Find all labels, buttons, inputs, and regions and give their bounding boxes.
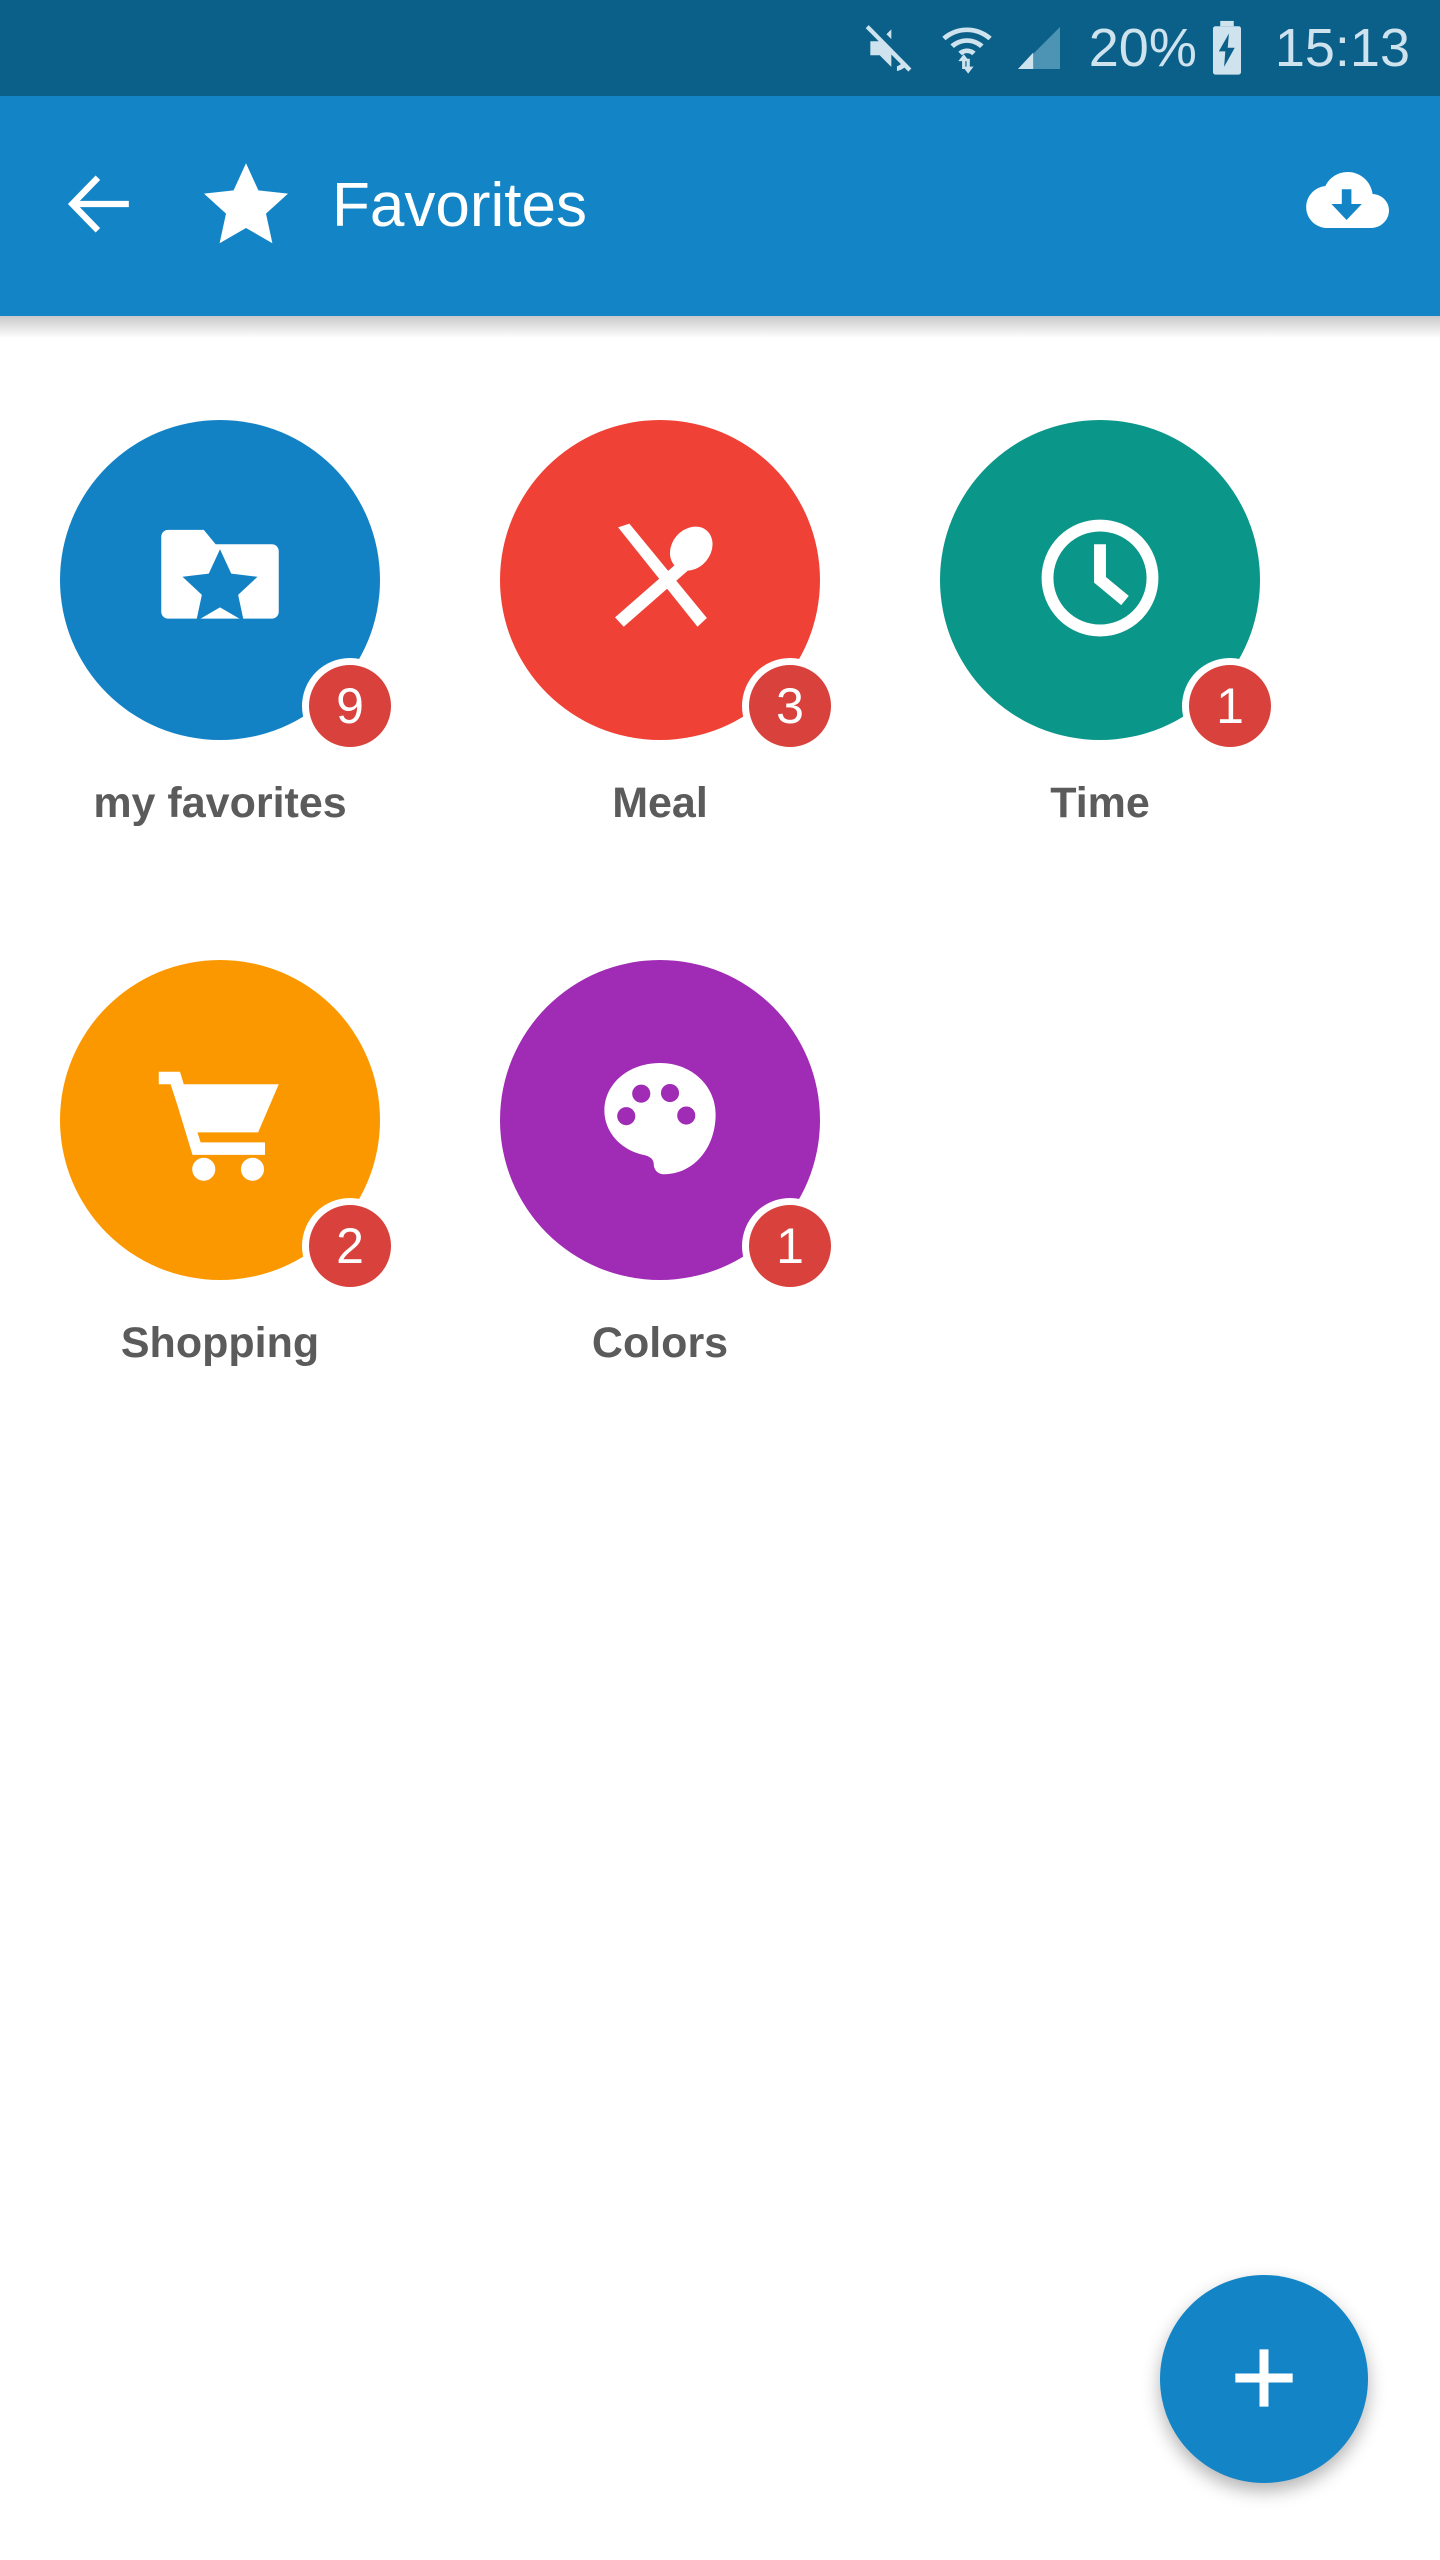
add-favorite-fab[interactable]	[1160, 2275, 1368, 2483]
grid-item-colors[interactable]: 1 Colors	[440, 930, 880, 1470]
battery-percent-text: 20%	[1088, 18, 1197, 78]
battery-charging-icon	[1205, 19, 1249, 77]
item-badge: 2	[302, 1198, 398, 1294]
app-bar: Favorites	[0, 96, 1440, 316]
grid-item-my-favorites[interactable]: 9 my favorites	[0, 390, 440, 930]
status-clock-text: 15:13	[1274, 18, 1410, 78]
icon-badge-wrap: 2	[60, 960, 398, 1294]
favorites-grid: 9 my favorites 3 Meal 1 Time 2 Shopping …	[0, 338, 1440, 1470]
page-title: Favorites	[332, 171, 587, 240]
status-bar: 20% 15:13	[0, 0, 1440, 96]
download-button[interactable]	[1290, 151, 1400, 261]
cloud-download-icon	[1297, 156, 1393, 257]
grid-item-label: my favorites	[93, 779, 347, 827]
signal-icon	[1011, 20, 1067, 76]
grid-item-time[interactable]: 1 Time	[880, 390, 1320, 930]
grid-item-label: Time	[1050, 779, 1150, 827]
grid-item-shopping[interactable]: 2 Shopping	[0, 930, 440, 1470]
cutlery-icon	[585, 503, 735, 658]
grid-item-label: Shopping	[120, 1319, 320, 1367]
item-badge: 3	[742, 658, 838, 754]
item-badge: 1	[1182, 658, 1278, 754]
palette-icon	[585, 1043, 735, 1198]
back-button[interactable]	[56, 163, 142, 249]
status-bar-icons: 20% 15:13	[861, 19, 1414, 77]
icon-badge-wrap: 3	[500, 420, 838, 754]
clock-icon	[1025, 503, 1175, 658]
plus-icon	[1221, 2335, 1307, 2424]
favorites-star	[198, 158, 294, 254]
icon-badge-wrap: 9	[60, 420, 398, 754]
back-arrow-icon	[59, 164, 139, 249]
shopping-cart-icon	[145, 1043, 295, 1198]
mute-icon	[861, 20, 917, 76]
folder-star-icon	[145, 503, 295, 658]
app-bar-shadow	[0, 316, 1440, 338]
icon-badge-wrap: 1	[940, 420, 1278, 754]
grid-item-label: Meal	[612, 779, 708, 827]
grid-item-meal[interactable]: 3 Meal	[440, 390, 880, 930]
grid-item-label: Colors	[591, 1319, 729, 1367]
icon-badge-wrap: 1	[500, 960, 838, 1294]
item-badge: 1	[742, 1198, 838, 1294]
item-badge: 9	[302, 658, 398, 754]
star-icon	[198, 156, 294, 257]
wifi-icon	[939, 20, 995, 76]
